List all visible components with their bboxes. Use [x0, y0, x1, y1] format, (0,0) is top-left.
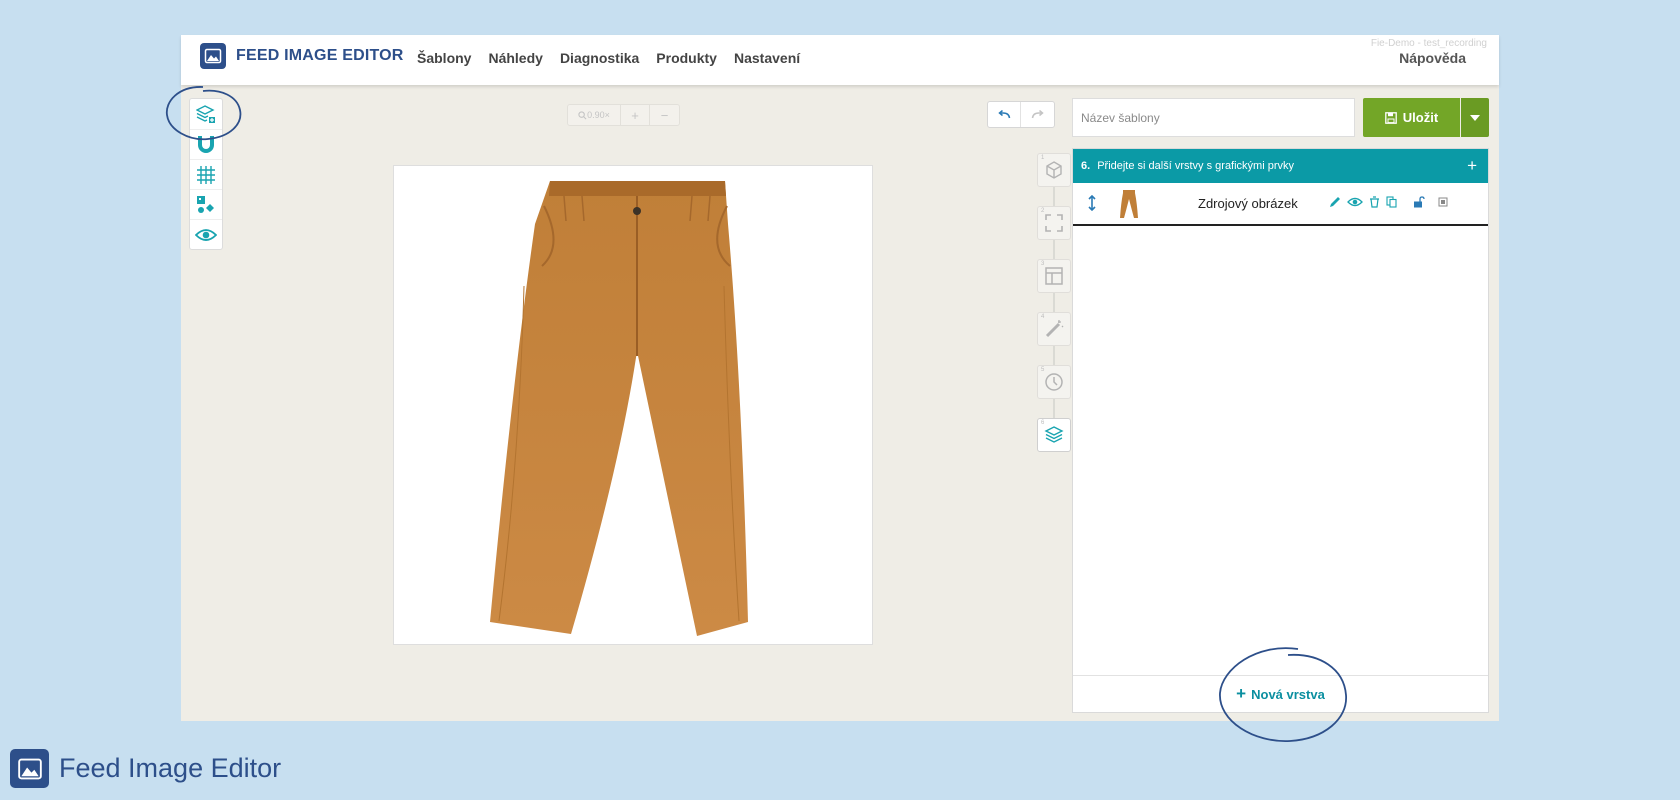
new-layer-label: Nová vrstva [1251, 686, 1325, 702]
panel-add-button[interactable]: + [1467, 156, 1477, 176]
eye-icon[interactable] [1347, 196, 1363, 208]
zoom-in-button[interactable]: + [621, 105, 650, 125]
crop-icon [1045, 214, 1063, 232]
nav-diagnostika[interactable]: Diagnostika [560, 50, 639, 66]
magnet-button[interactable] [190, 129, 222, 159]
layers-icon [1044, 426, 1064, 443]
redo-button[interactable] [1021, 102, 1054, 127]
layer-name: Zdrojový obrázek [1198, 196, 1298, 211]
grid-button[interactable] [190, 159, 222, 189]
undo-redo-group [987, 101, 1055, 128]
sort-handle-icon[interactable] [1088, 194, 1096, 216]
project-label: Fie-Demo - test_recording [1370, 38, 1487, 49]
step-4[interactable]: 4 [1037, 312, 1071, 346]
undo-icon [997, 109, 1010, 118]
editor-canvas[interactable] [393, 165, 873, 645]
zoom-value-button[interactable]: 0.90× [568, 105, 621, 125]
app-logo[interactable]: FEED IMAGE EDITOR [200, 43, 404, 69]
copy-icon[interactable] [1386, 196, 1397, 208]
logo-text: FEED IMAGE EDITOR [236, 47, 404, 64]
floppy-disk-icon [1384, 111, 1397, 124]
shapes-icon [197, 195, 214, 213]
step-number: 1 [1041, 155, 1045, 161]
save-dropdown-button[interactable] [1461, 98, 1489, 137]
panel-title: Přidejte si další vrstvy s grafickými pr… [1097, 160, 1295, 172]
clock-icon [1045, 373, 1063, 391]
step-number: 6 [1041, 420, 1045, 426]
save-label: Uložit [1402, 110, 1439, 125]
visibility-button[interactable] [190, 219, 222, 249]
layout-icon [1045, 267, 1063, 285]
layer-actions [1329, 196, 1448, 208]
step-number: 2 [1041, 208, 1045, 214]
layer-row[interactable]: Zdrojový obrázek [1073, 183, 1488, 226]
undo-button[interactable] [988, 102, 1022, 127]
step-number: 5 [1041, 367, 1045, 373]
nav-nastaveni[interactable]: Nastavení [734, 50, 800, 66]
grid-icon [197, 165, 215, 184]
step-3[interactable]: 3 [1037, 259, 1071, 293]
expand-icon[interactable] [1438, 197, 1448, 207]
pencil-icon[interactable] [1329, 196, 1341, 208]
nav-sablony[interactable]: Šablony [417, 50, 471, 66]
top-navbar: FEED IMAGE EDITOR Šablony Náhledy Diagno… [181, 35, 1499, 85]
layer-thumbnail [1119, 189, 1139, 224]
template-name-input[interactable] [1072, 98, 1355, 137]
wand-icon [1045, 320, 1064, 338]
magnet-icon [198, 135, 214, 153]
redo-icon [1031, 109, 1044, 118]
zoom-control: 0.90× + − [567, 104, 680, 126]
step-number: 3 [1041, 261, 1045, 267]
plus-icon: + [1236, 684, 1247, 703]
zoom-value: 0.90× [587, 110, 610, 120]
product-image-pants [490, 181, 748, 636]
zoom-icon [578, 110, 587, 119]
footer-title: Feed Image Editor [59, 753, 282, 783]
step-number: 4 [1041, 314, 1045, 320]
panel-step-number: 6. [1081, 160, 1091, 172]
caret-down-icon [1470, 114, 1480, 121]
layers-add-button[interactable] [190, 99, 222, 129]
eye-icon [195, 228, 217, 241]
main-nav: Šablony Náhledy Diagnostika Produkty Nas… [417, 50, 800, 66]
layers-add-icon [196, 105, 215, 123]
save-button[interactable]: Uložit [1363, 98, 1460, 137]
page-footer: Feed Image Editor [10, 749, 281, 788]
layers-panel: 6. Přidejte si další vrstvy s grafickými… [1072, 148, 1489, 713]
new-layer-button[interactable]: + Nová vrstva [1073, 675, 1488, 712]
logo-image-icon [200, 43, 226, 69]
zoom-out-button[interactable]: − [650, 105, 679, 125]
editor-app: FEED IMAGE EDITOR Šablony Náhledy Diagno… [181, 35, 1499, 721]
unlock-icon[interactable] [1413, 196, 1425, 208]
steps-connector [1053, 153, 1055, 443]
left-toolbar [189, 98, 223, 250]
nav-nahledy[interactable]: Náhledy [488, 50, 542, 66]
nav-produkty[interactable]: Produkty [656, 50, 717, 66]
step-1[interactable]: 1 [1037, 153, 1071, 187]
step-5[interactable]: 5 [1037, 365, 1071, 399]
panel-header: 6. Přidejte si další vrstvy s grafickými… [1073, 149, 1488, 183]
shapes-button[interactable] [190, 189, 222, 219]
step-6[interactable]: 6 [1037, 418, 1071, 452]
step-2[interactable]: 2 [1037, 206, 1071, 240]
footer-logo-icon [10, 749, 49, 788]
help-link[interactable]: Nápověda [1399, 50, 1466, 66]
cube-icon [1046, 161, 1062, 179]
trash-icon[interactable] [1369, 196, 1380, 208]
